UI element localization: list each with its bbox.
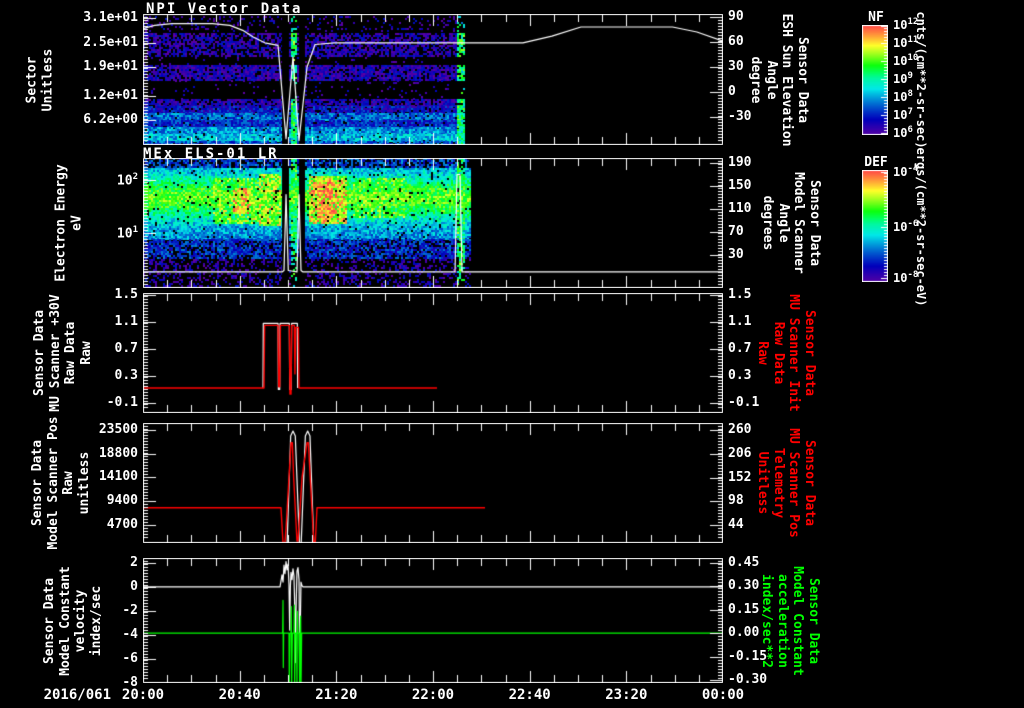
mex-els-01-lr-right-tick: 150 [728,178,752,193]
npi-vector-data-right-axis-label: Sensor Data ESH Sun Elevation Angle degr… [748,12,811,147]
model-scanner-pos-right-tick: 260 [728,421,752,437]
mu-scanner-30v-left-tick: 0.3 [114,367,138,383]
mex-els-01-lr-right-axis-label: Sensor Data Model Scanner Angle degrees [760,172,823,274]
plot-page: NPI Vector Data MEx ELS-01 LR 2016/061 3… [0,0,1024,708]
model-constant-right-tick: 0.45 [728,554,760,570]
mu-scanner-30v-right-tick: 1.5 [728,287,752,303]
npi-vector-data-left-tick: 1.9e+01 [83,59,138,75]
npi-vector-data-colorbar-tick: 106 [893,125,913,140]
x-axis-tick-20:40: 20:40 [218,687,261,703]
mu-scanner-30v-left-tick: 1.1 [114,313,138,329]
mex-els-01-lr-right-tick: 110 [728,200,752,216]
mu-scanner-30v-left-tick: 0.7 [114,340,138,356]
model-scanner-pos-right-axis-label: Sensor Data MU Scanner Pos Telemetry Uni… [755,428,818,538]
npi-vector-data-colorbar-units: cnts/(cm**2-sr-sec) [914,11,928,149]
mu-scanner-30v-right-tick: 0.7 [728,340,752,356]
npi-vector-data-right-tick: 0 [728,84,736,99]
model-scanner-pos-left-tick: 18800 [98,445,138,461]
npi-vector-data-colorbar-tick: 107 [893,106,913,122]
model-constant-left-tick: -4 [122,626,138,642]
mu-scanner-30v-right-tick: 0.3 [728,367,752,383]
model-constant-right-tick: 0.30 [728,578,760,594]
panel-npi-vector-data [143,14,723,145]
model-scanner-pos-right-tick: 152 [728,469,752,485]
model-constant-left-tick: 0 [130,578,138,594]
x-axis-tick-21:20: 21:20 [315,687,358,703]
mex-els-01-lr-right-tick: 190 [728,155,752,170]
mex-els-01-lr-right-tick: 30 [728,246,744,262]
model-scanner-pos-left-tick: 4700 [106,516,138,532]
mex-els-01-lr-left-axis-label: Electron Energy eV [53,164,85,282]
mu-scanner-30v-right-tick: 1.1 [728,313,752,329]
npi-vector-data-left-axis-label: Sector Unitless [24,48,56,111]
mu-scanner-30v-canvas [143,293,723,413]
mex-els-01-lr-colorbar-units: ergs/(cm**2-sr-sec-eV) [914,147,928,307]
model-constant-right-axis-label: Sensor Data Model Constant acceleration … [759,565,822,676]
panel-mu-scanner-30v [143,293,723,413]
model-scanner-pos-right-tick: 98 [728,493,744,509]
npi-vector-data-canvas [143,14,723,145]
model-scanner-pos-left-tick: 14100 [98,469,138,485]
panel-mex-els-01-lr [143,158,723,288]
npi-vector-data-left-tick: 3.1e+01 [83,10,138,26]
model-constant-left-tick: -6 [122,650,138,666]
x-axis-tick-00:00: 00:00 [701,687,745,703]
npi-vector-data-colorbar-title: NF [868,10,884,25]
npi-vector-data-colorbar-tick: 109 [893,71,913,86]
mex-els-01-lr-right-tick: 70 [728,223,744,239]
npi-vector-data-colorbar [862,25,888,135]
model-scanner-pos-left-tick: 23500 [98,422,138,438]
mu-scanner-30v-left-axis-label: Sensor Data MU Scanner +30V Raw Data Raw [32,294,94,412]
x-axis-tick-22:40: 22:40 [508,687,551,703]
model-scanner-pos-left-tick: 9400 [106,493,138,509]
model-constant-right-tick: 0.15 [728,601,760,617]
mex-els-01-lr-left-tick: 101 [116,225,138,242]
mex-els-01-lr-colorbar-title: DEF [864,155,888,170]
model-constant-left-axis-label: Sensor Data Model Constant velocity inde… [42,565,104,676]
x-axis-tick-22:00: 22:00 [411,687,455,703]
x-axis-tick-23:20: 23:20 [605,687,648,703]
model-constant-left-tick: 2 [130,554,138,570]
mex-els-01-lr-colorbar [862,170,888,282]
npi-vector-data-left-tick: 1.2e+01 [83,87,138,103]
model-constant-right-tick: 0.00 [728,625,760,641]
model-scanner-pos-left-axis-label: Sensor Data Model Scanner Pos Raw unitle… [30,416,92,550]
mu-scanner-30v-left-tick: -0.1 [106,394,138,410]
npi-vector-data-left-tick: 6.2e+00 [83,111,138,127]
model-constant-left-tick: -2 [122,602,138,618]
npi-vector-data-left-tick: 2.5e+01 [83,34,138,50]
model-constant-canvas [143,558,723,683]
npi-vector-data-right-tick: 90 [728,9,744,24]
npi-vector-data-right-tick: 30 [728,59,744,74]
mu-scanner-30v-right-axis-label: Sensor Data MU Scanner Init Raw Data Raw [755,294,818,412]
mex-els-01-lr-left-tick: 102 [116,171,138,189]
mex-els-01-lr-canvas [143,158,723,288]
model-scanner-pos-right-tick: 44 [728,517,744,532]
npi-vector-data-colorbar-tick: 108 [893,89,913,105]
mu-scanner-30v-left-tick: 1.5 [114,287,138,303]
panel-model-scanner-pos [143,423,723,543]
model-scanner-pos-canvas [143,423,723,543]
x-axis-tick-20:00: 20:00 [121,687,165,703]
npi-vector-data-right-tick: 60 [728,34,744,49]
panel-model-constant [143,558,723,683]
model-scanner-pos-right-tick: 206 [728,445,752,461]
x-axis-date-label: 2016/061 [43,687,111,703]
